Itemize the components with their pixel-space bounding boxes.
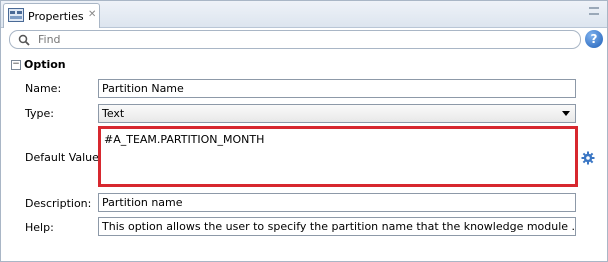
option-section-header[interactable]: − Option xyxy=(9,57,605,73)
menu-icon[interactable] xyxy=(589,7,599,17)
help-field[interactable]: This option allows the user to specify t… xyxy=(98,217,576,236)
help-label: Help: xyxy=(25,221,54,234)
search-icon xyxy=(18,34,30,46)
default-value-field[interactable]: #A_TEAM.PARTITION_MONTH xyxy=(98,126,578,187)
find-bar: Find ? xyxy=(7,29,605,49)
tab-properties[interactable]: Properties ✕ xyxy=(3,3,100,28)
tab-strip: Properties ✕ xyxy=(1,1,607,28)
close-icon[interactable]: ✕ xyxy=(88,9,96,20)
name-label: Name: xyxy=(25,82,62,95)
name-field[interactable]: Partition Name xyxy=(98,79,576,98)
properties-icon xyxy=(8,8,24,22)
section-title: Option xyxy=(24,58,66,71)
type-select[interactable]: Text xyxy=(98,104,576,123)
search-input[interactable]: Find xyxy=(9,30,581,49)
default-value-label: Default Value: xyxy=(25,151,103,164)
help-icon[interactable]: ? xyxy=(585,30,603,48)
gear-icon[interactable] xyxy=(581,151,595,165)
chevron-down-icon xyxy=(562,111,570,116)
collapse-icon[interactable]: − xyxy=(11,60,21,70)
search-placeholder: Find xyxy=(38,33,61,46)
type-label: Type: xyxy=(25,107,54,120)
properties-panel: Properties ✕ Find ? − Option Name: Parti… xyxy=(0,0,608,262)
description-label: Description: xyxy=(25,197,92,210)
description-field[interactable]: Partition name xyxy=(98,193,576,212)
tab-label: Properties xyxy=(28,10,84,23)
type-select-value: Text xyxy=(102,107,125,120)
